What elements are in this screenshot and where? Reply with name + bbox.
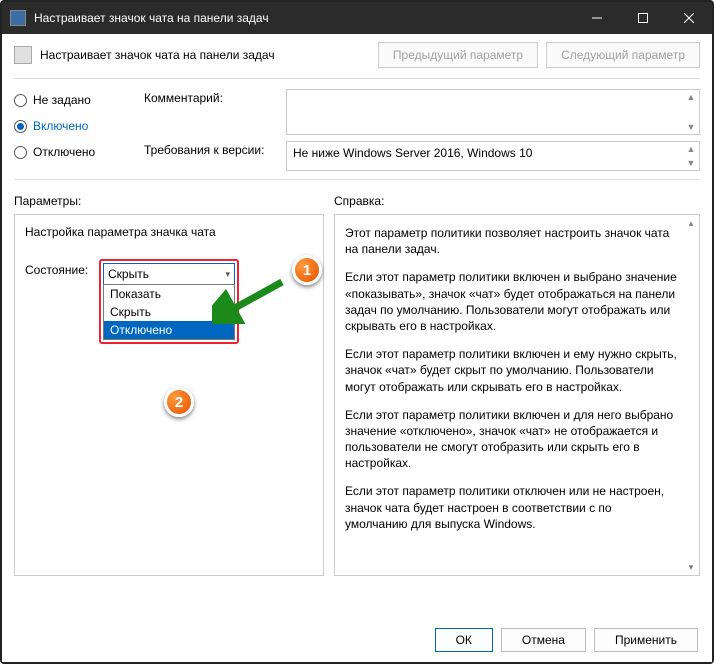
help-paragraph: Если этот параметр политики отключен или… bbox=[345, 483, 677, 532]
radio-label: Включено bbox=[33, 119, 88, 133]
radio-enabled[interactable]: Включено bbox=[14, 119, 124, 133]
maximize-button[interactable] bbox=[620, 2, 666, 34]
divider bbox=[14, 179, 700, 180]
scrollbar[interactable]: ▲▼ bbox=[683, 142, 699, 170]
radio-not-set[interactable]: Не задано bbox=[14, 93, 124, 107]
help-paragraph: Если этот параметр политики включен и ем… bbox=[345, 346, 677, 395]
dialog-footer: ОК Отмена Применить bbox=[2, 618, 712, 662]
prev-setting-button[interactable]: Предыдущий параметр bbox=[378, 42, 538, 68]
radio-label: Отключено bbox=[33, 145, 95, 159]
window-title: Настраивает значок чата на панели задач bbox=[34, 11, 574, 25]
app-icon bbox=[10, 10, 26, 26]
annotation-badge-2: 2 bbox=[164, 387, 194, 417]
divider bbox=[14, 78, 700, 79]
minimize-button[interactable] bbox=[574, 2, 620, 34]
radio-icon bbox=[14, 120, 27, 133]
subheader: Настраивает значок чата на панели задач … bbox=[2, 34, 712, 76]
help-paragraph: Этот параметр политики позволяет настрои… bbox=[345, 225, 677, 257]
help-section-label: Справка: bbox=[334, 194, 700, 208]
help-panel: Этот параметр политики позволяет настрои… bbox=[334, 214, 700, 576]
state-radio-group: Не задано Включено Отключено bbox=[14, 89, 124, 177]
state-label: Состояние: bbox=[25, 259, 93, 277]
comment-textarea[interactable]: ▲▼ bbox=[286, 89, 700, 135]
scrollbar[interactable]: ▴▾ bbox=[683, 215, 699, 575]
version-label: Требования к версии: bbox=[144, 141, 274, 157]
radio-icon bbox=[14, 146, 27, 159]
cancel-button[interactable]: Отмена bbox=[501, 628, 586, 652]
next-setting-button[interactable]: Следующий параметр bbox=[546, 42, 700, 68]
apply-button[interactable]: Применить bbox=[594, 628, 698, 652]
annotation-arrow bbox=[212, 274, 292, 324]
version-box: Не ниже Windows Server 2016, Windows 10 … bbox=[286, 141, 700, 171]
help-paragraph: Если этот параметр политики включен и вы… bbox=[345, 269, 677, 334]
close-button[interactable] bbox=[666, 2, 712, 34]
combo-selected: Скрыть bbox=[108, 267, 149, 281]
radio-disabled[interactable]: Отключено bbox=[14, 145, 124, 159]
radio-label: Не задано bbox=[33, 93, 91, 107]
ok-button[interactable]: ОК bbox=[435, 628, 493, 652]
annotation-badge-1: 1 bbox=[292, 255, 322, 285]
window-titlebar: Настраивает значок чата на панели задач bbox=[2, 2, 712, 34]
version-text: Не ниже Windows Server 2016, Windows 10 bbox=[293, 146, 532, 160]
param-title: Настройка параметра значка чата bbox=[25, 225, 313, 239]
policy-title: Настраивает значок чата на панели задач bbox=[40, 48, 370, 62]
policy-icon bbox=[14, 46, 32, 64]
help-paragraph: Если этот параметр политики включен и дл… bbox=[345, 407, 677, 472]
scrollbar[interactable]: ▲▼ bbox=[683, 90, 699, 134]
params-section-label: Параметры: bbox=[14, 194, 324, 208]
comment-label: Комментарий: bbox=[144, 89, 274, 105]
radio-icon bbox=[14, 94, 27, 107]
